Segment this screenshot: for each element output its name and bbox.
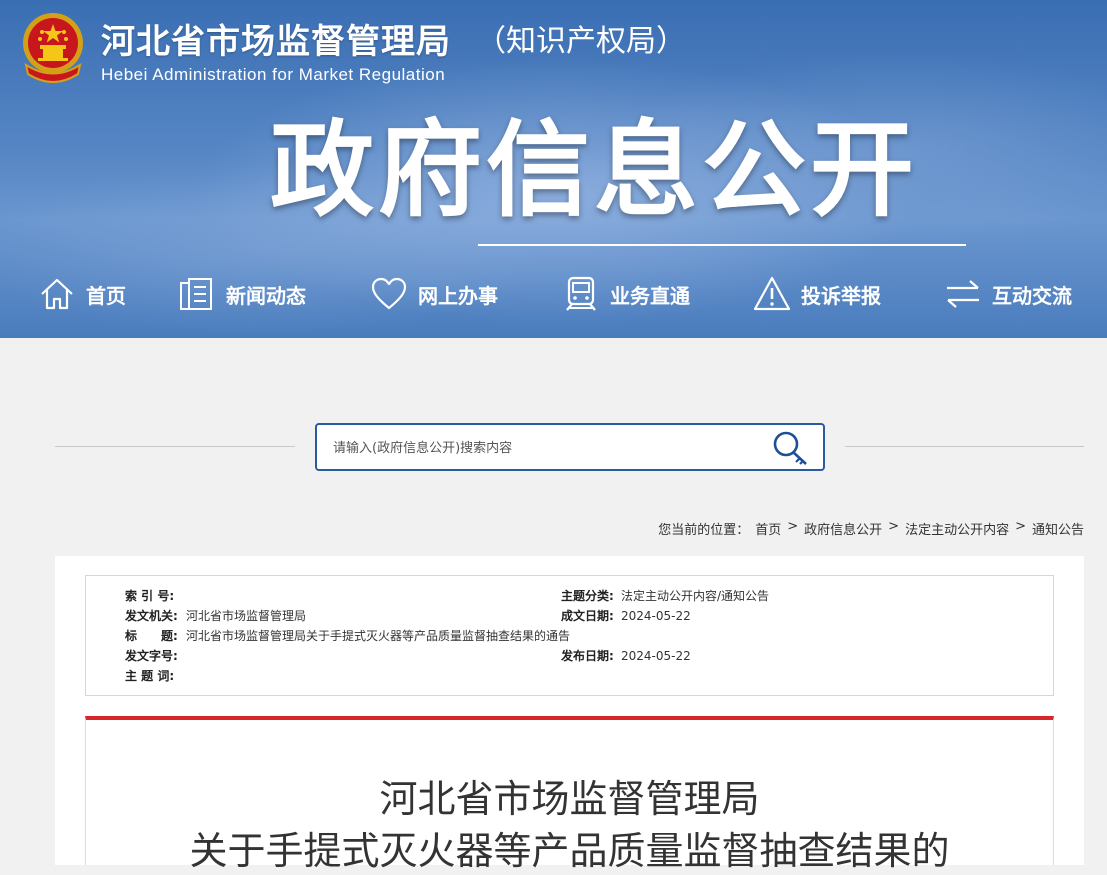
site-header: 河北省市场监督管理局 （知识产权局） Hebei Administration … bbox=[0, 0, 1107, 338]
search-box bbox=[315, 423, 825, 471]
exchange-icon bbox=[947, 280, 979, 308]
nav-item-home[interactable]: 首页 bbox=[38, 266, 126, 322]
meta-index-label: 索 引 号: bbox=[125, 589, 175, 603]
nav-item-news[interactable]: 新闻动态 bbox=[178, 266, 306, 322]
home-icon bbox=[41, 278, 73, 310]
breadcrumb-separator: > bbox=[1015, 519, 1026, 534]
banner-title: 政府信息公开 bbox=[270, 109, 919, 231]
meta-title-label: 标 题: bbox=[125, 629, 178, 643]
breadcrumb-home[interactable]: 首页 bbox=[755, 519, 781, 538]
search-divider-right bbox=[845, 446, 1084, 447]
breadcrumb-gov-info[interactable]: 政府信息公开 bbox=[804, 519, 882, 538]
meta-row: 索 引 号: 主题分类: 法定主动公开内容/通知公告 bbox=[86, 586, 1053, 606]
news-icon bbox=[180, 278, 212, 310]
train-icon bbox=[566, 276, 596, 311]
breadcrumb-notices[interactable]: 通知公告 bbox=[1032, 519, 1084, 538]
meta-category-label: 主题分类: bbox=[561, 589, 614, 603]
search-key-icon[interactable] bbox=[771, 429, 811, 467]
nav-label-news: 新闻动态 bbox=[226, 283, 306, 308]
meta-created-label: 成文日期: bbox=[561, 609, 614, 623]
article-title-line-1: 河北省市场监督管理局 bbox=[379, 777, 760, 821]
nav-item-business[interactable]: 业务直通 bbox=[562, 266, 690, 322]
breadcrumb-statutory[interactable]: 法定主动公开内容 bbox=[905, 519, 1009, 538]
breadcrumb-prefix: 您当前的位置： bbox=[658, 523, 750, 538]
site-subtitle: （知识产权局） bbox=[476, 24, 686, 59]
banner-divider bbox=[478, 244, 966, 246]
meta-docno-label: 发文字号: bbox=[125, 649, 178, 663]
meta-published-label: 发布日期: bbox=[561, 649, 614, 663]
meta-row: 发文字号: 发布日期: 2024-05-22 bbox=[86, 646, 1053, 666]
meta-title-value: 河北省市场监督管理局关于手提式灭火器等产品质量监督抽查结果的通告 bbox=[186, 629, 571, 643]
nav-label-interaction: 互动交流 bbox=[992, 283, 1072, 308]
meta-row: 主 题 词: bbox=[86, 666, 1053, 686]
search-input[interactable] bbox=[331, 435, 751, 461]
breadcrumb-separator: > bbox=[888, 519, 900, 534]
nav-item-complaint[interactable]: 投诉举报 bbox=[753, 266, 881, 322]
article: 河北省市场监督管理局 关于手提式灭火器等产品质量监督抽查结果的 bbox=[85, 716, 1054, 873]
nav-label-home: 首页 bbox=[86, 283, 126, 308]
breadcrumb-separator: > bbox=[787, 519, 799, 534]
article-title-line-2: 关于手提式灭火器等产品质量监督抽查结果的 bbox=[189, 829, 950, 873]
meta-published-value: 2024-05-22 bbox=[621, 649, 691, 663]
nav-item-online-service[interactable]: 网上办事 bbox=[370, 266, 498, 322]
main-nav: 首页 新闻动态 网上办事 业务直通 投诉举报 互动交流 bbox=[0, 266, 1107, 322]
meta-row: 标 题: 河北省市场监督管理局关于手提式灭火器等产品质量监督抽查结果的通告 bbox=[86, 626, 1053, 646]
warning-icon bbox=[753, 276, 791, 311]
meta-row: 发文机关: 河北省市场监督管理局 成文日期: 2024-05-22 bbox=[86, 606, 1053, 626]
meta-keywords-label: 主 题 词: bbox=[125, 669, 175, 683]
meta-category-value: 法定主动公开内容/通知公告 bbox=[621, 589, 770, 603]
heart-icon bbox=[371, 277, 407, 310]
nav-label-online-service: 网上办事 bbox=[418, 283, 498, 308]
site-title[interactable]: 河北省市场监督管理局 bbox=[101, 14, 451, 63]
meta-issuer-label: 发文机关: bbox=[125, 609, 178, 623]
national-emblem-icon bbox=[23, 13, 83, 83]
meta-issuer-value: 河北省市场监督管理局 bbox=[186, 609, 307, 623]
document-meta-table: 索 引 号: 主题分类: 法定主动公开内容/通知公告 发文机关: 河北省市场监督… bbox=[85, 575, 1054, 696]
search-divider-left bbox=[55, 446, 295, 447]
nav-label-complaint: 投诉举报 bbox=[801, 283, 881, 308]
breadcrumb: 您当前的位置： 首页 > 政府信息公开 > 法定主动公开内容 > 通知公告 bbox=[658, 519, 1084, 538]
meta-created-value: 2024-05-22 bbox=[621, 609, 691, 623]
nav-item-interaction[interactable]: 互动交流 bbox=[944, 266, 1072, 322]
nav-label-business: 业务直通 bbox=[610, 283, 690, 308]
site-english-name: Hebei Administration for Market Regulati… bbox=[101, 65, 446, 84]
